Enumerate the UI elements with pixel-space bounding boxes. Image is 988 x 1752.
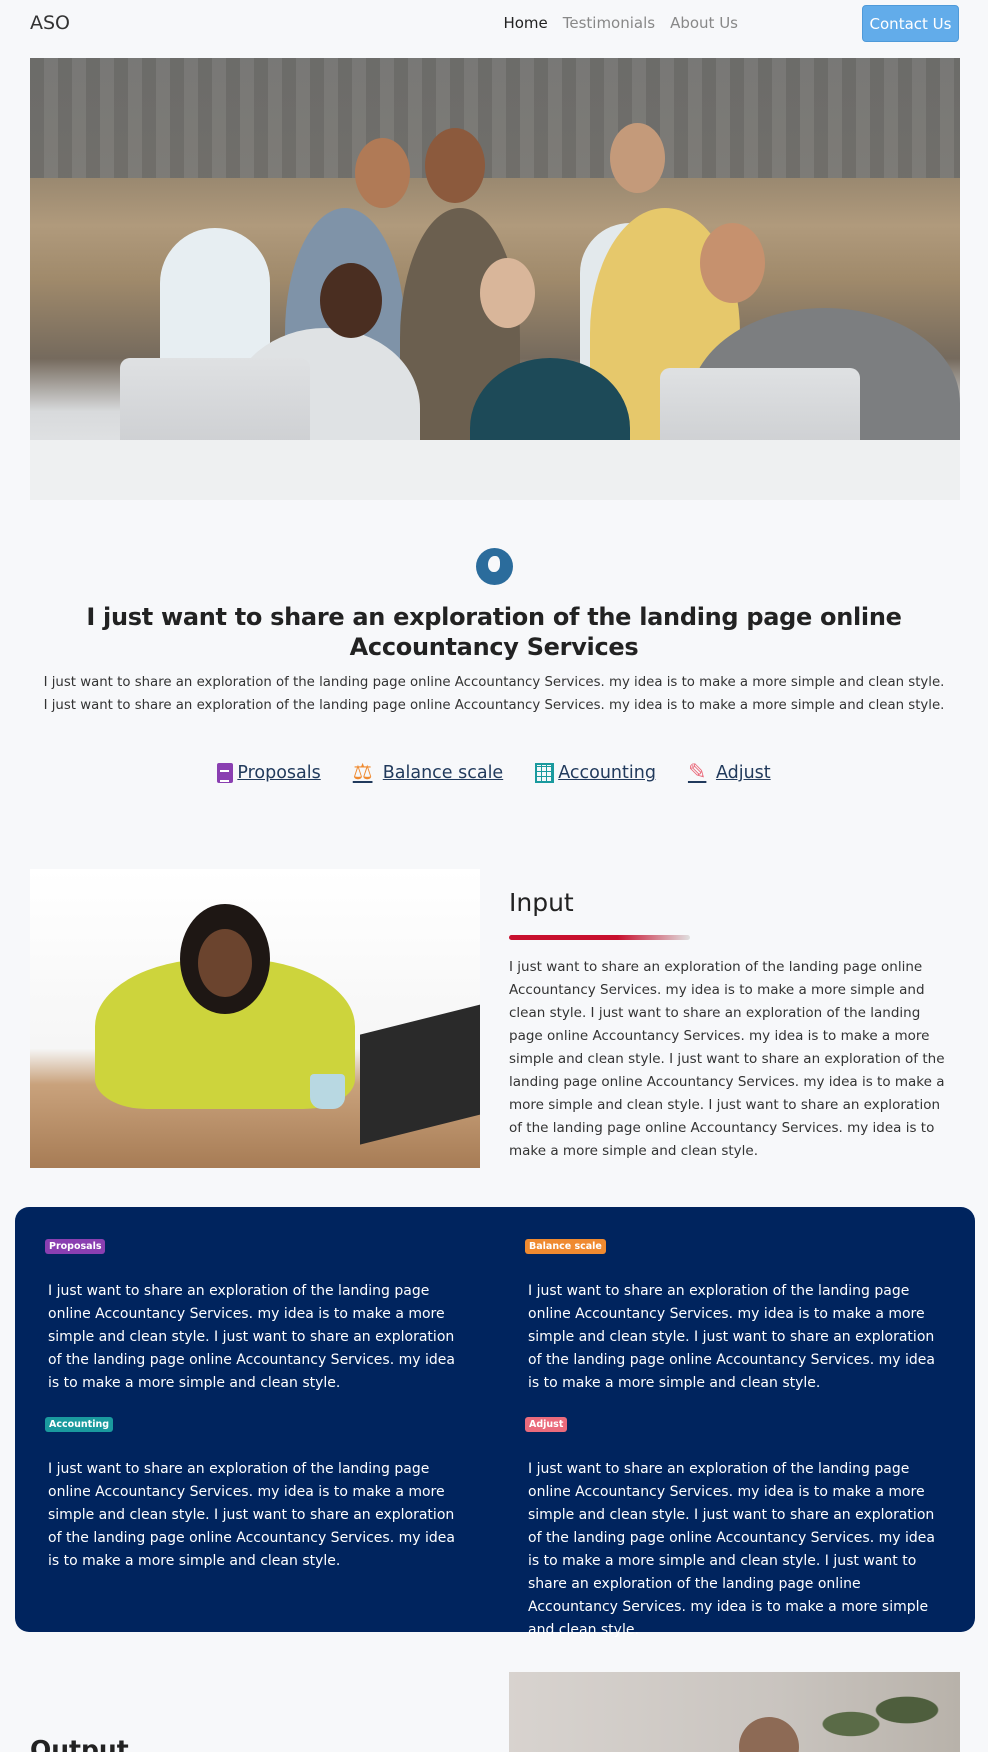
file-icon (217, 763, 234, 783)
panel-text: I just want to share an exploration of t… (528, 1461, 935, 1638)
balance-scale-icon: ⚖ (352, 760, 373, 785)
panel-item-balance-scale: Balance scale I just want to share an ex… (525, 1236, 945, 1395)
input-image (30, 869, 480, 1168)
feature-label: Proposals (237, 763, 321, 783)
panel-item-proposals: Proposals I just want to share an explor… (45, 1236, 465, 1395)
input-image-laptop (360, 1003, 480, 1145)
nav-link-about-us[interactable]: About Us (670, 14, 738, 32)
output-image-plant (809, 1682, 949, 1752)
badge-balance-scale: Balance scale (525, 1239, 606, 1254)
panel-text: I just want to share an exploration of t… (528, 1283, 935, 1391)
hero-face (480, 258, 535, 328)
accent-divider (509, 935, 690, 940)
hero-ceiling (30, 58, 960, 178)
panel-item-accounting: Accounting I just want to share an explo… (45, 1414, 465, 1573)
panel-text: I just want to share an exploration of t… (48, 1461, 455, 1569)
feature-links: Proposals ⚖ Balance scale Accounting ✎ A… (0, 760, 988, 785)
input-image-face (198, 929, 252, 997)
globe-icon (476, 548, 513, 585)
feature-link-accounting[interactable]: Accounting (535, 763, 656, 783)
calculator-icon (535, 763, 555, 783)
features-panel: Proposals I just want to share an explor… (15, 1207, 975, 1638)
feature-label: Balance scale (382, 763, 504, 783)
badge-proposals: Proposals (45, 1239, 106, 1254)
feature-label: Accounting (558, 763, 656, 783)
hero-image (30, 58, 960, 500)
intro-title: I just want to share an exploration of t… (86, 603, 902, 661)
hero-face (610, 123, 665, 193)
nav-link-home[interactable]: Home (503, 14, 547, 32)
output-image-person (739, 1717, 799, 1752)
pencil-icon: ✎ (687, 760, 707, 785)
panel-item-adjust: Adjust I just want to share an explorati… (525, 1414, 945, 1642)
hero-face (425, 128, 485, 203)
nav-link-testimonials[interactable]: Testimonials (563, 14, 655, 32)
nav-links: Home Testimonials About Us (503, 14, 738, 32)
input-image-mug (310, 1074, 345, 1109)
feature-link-adjust[interactable]: ✎ Adjust (687, 760, 771, 785)
badge-accounting: Accounting (45, 1417, 114, 1432)
badge-adjust: Adjust (525, 1417, 568, 1432)
hero-desk (30, 440, 960, 500)
feature-link-balance-scale[interactable]: ⚖ Balance scale (352, 760, 504, 785)
navbar: ASO Home Testimonials About Us Contact U… (0, 0, 988, 48)
feature-label: Adjust (715, 763, 771, 783)
brand-logo[interactable]: ASO (30, 12, 70, 34)
output-title: Output (30, 1735, 129, 1752)
contact-us-button[interactable]: Contact Us (862, 5, 959, 42)
hero-face (700, 223, 765, 303)
feature-link-proposals[interactable]: Proposals (217, 763, 321, 783)
hero-face (320, 263, 382, 338)
intro-text: I just want to share an exploration of t… (43, 675, 945, 713)
input-title: Input (509, 888, 574, 917)
panel-text: I just want to share an exploration of t… (48, 1283, 455, 1391)
output-image (509, 1672, 960, 1752)
hero-face (355, 138, 410, 208)
input-text: I just want to share an exploration of t… (509, 959, 945, 1159)
